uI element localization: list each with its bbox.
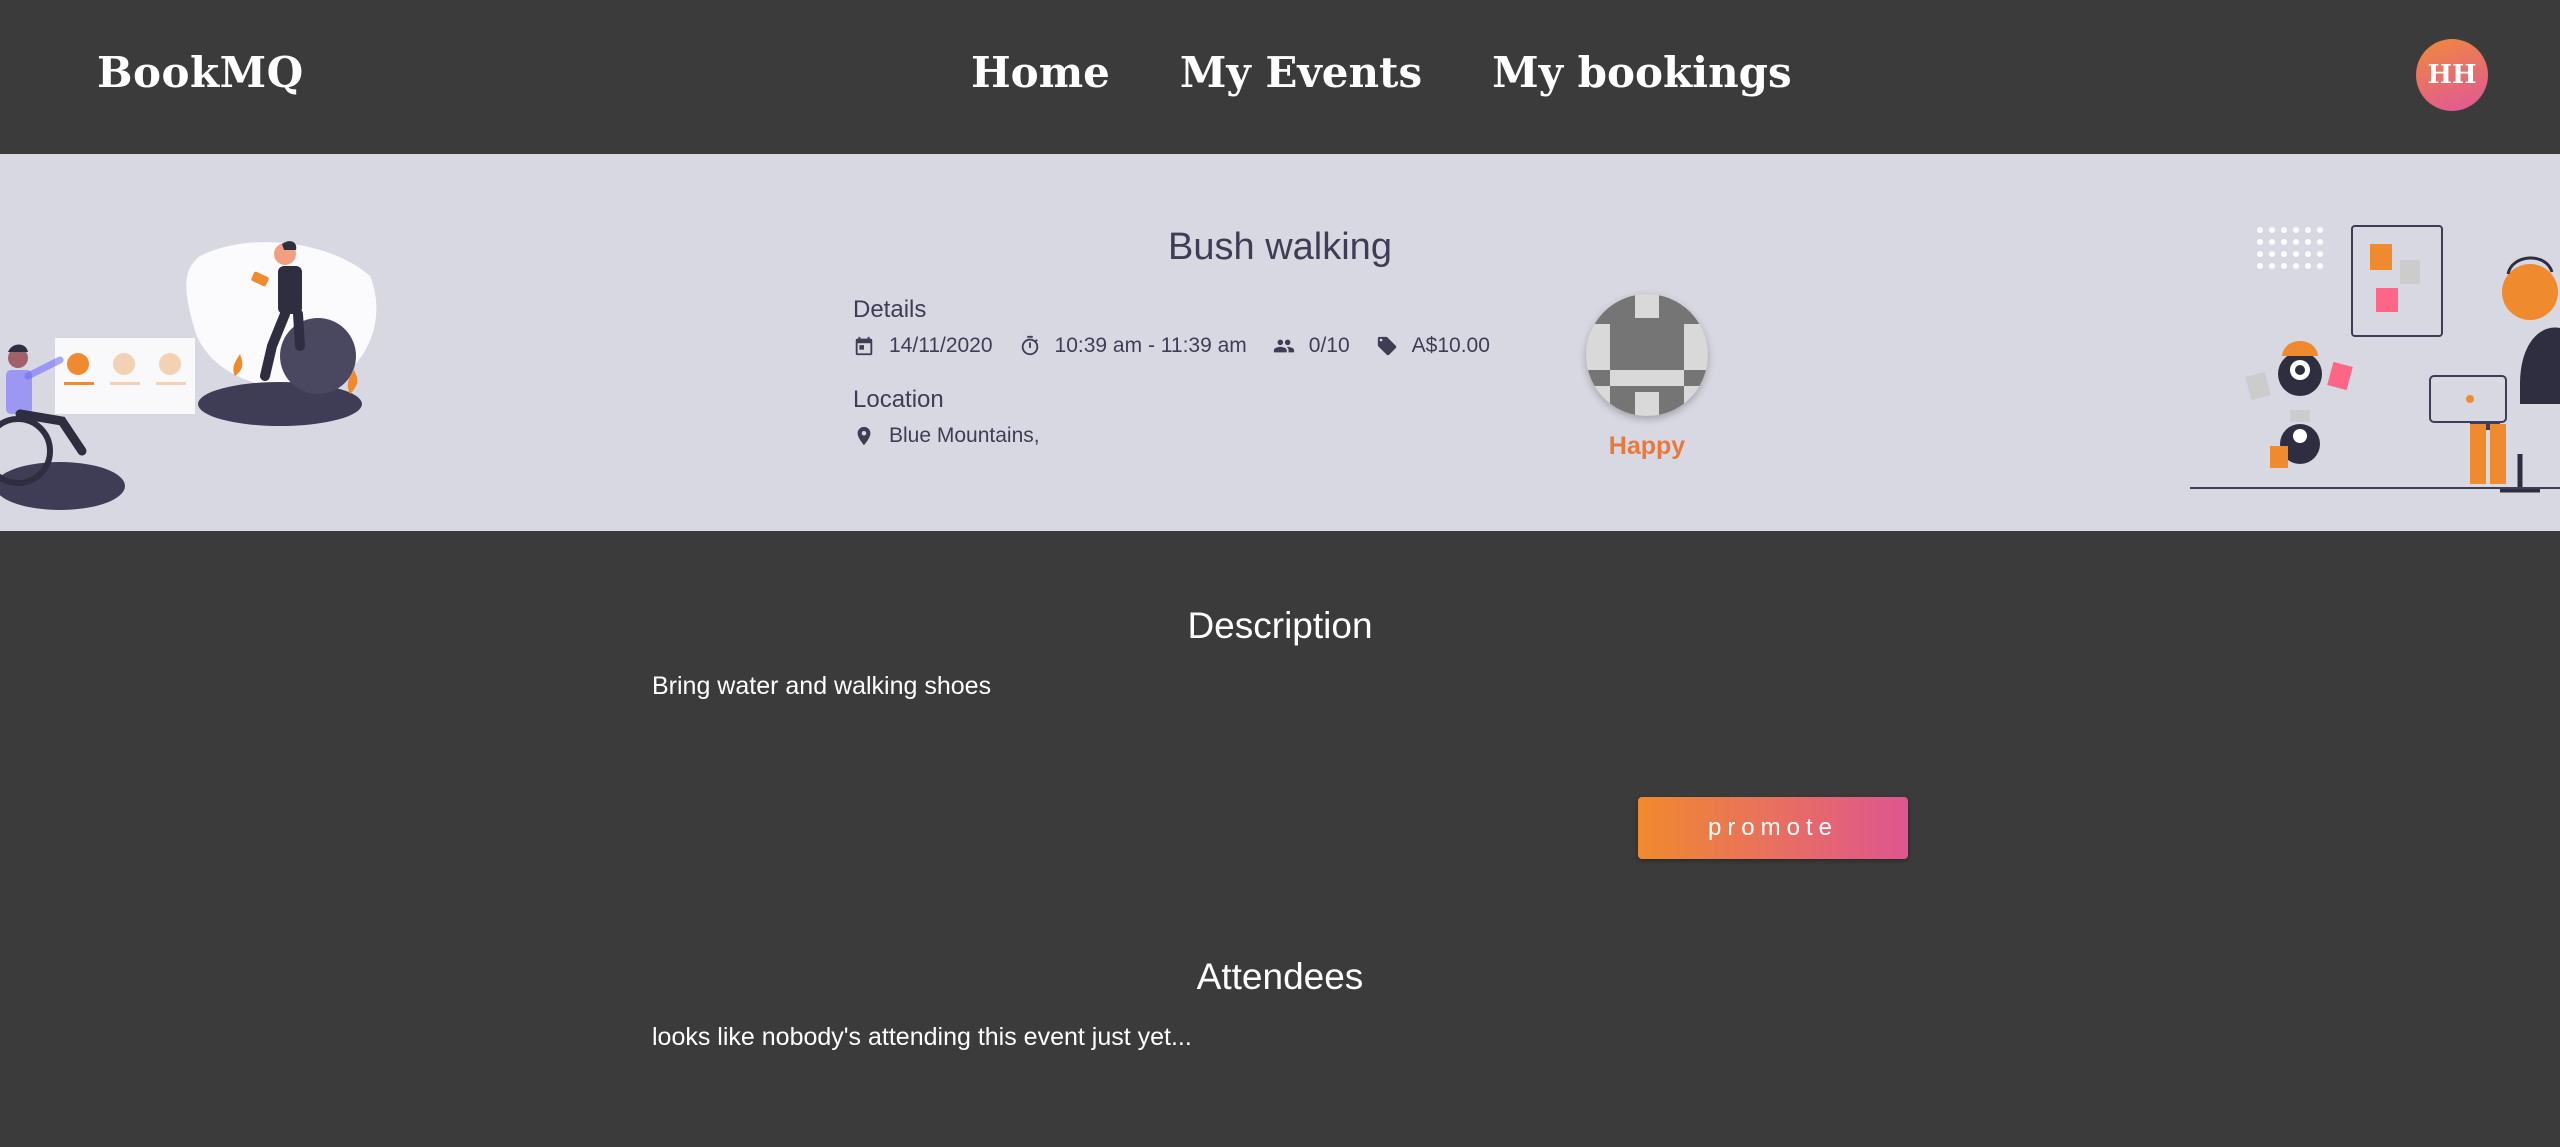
nav-link-home[interactable]: Home (971, 48, 1110, 97)
event-header: Bush walking Details 14/11/2020 10:39 am… (0, 154, 2560, 531)
event-price-text: A$10.00 (1411, 334, 1490, 357)
nav-link-my-bookings[interactable]: My bookings (1492, 48, 1792, 97)
event-time-text: 10:39 am - 11:39 am (1054, 334, 1247, 357)
nav-link-my-events[interactable]: My Events (1180, 48, 1422, 97)
event-capacity-text: 0/10 (1308, 334, 1350, 357)
event-date: 14/11/2020 (853, 334, 993, 358)
attendees-empty-text: looks like nobody's attending this event… (652, 1023, 1192, 1051)
event-capacity: 0/10 (1273, 334, 1350, 358)
default-avatar-icon (1586, 294, 1708, 416)
location-pin-icon (857, 426, 871, 446)
navbar: BookMQ Home My Events My bookings HH (0, 0, 2560, 154)
brand-logo[interactable]: BookMQ (97, 48, 304, 97)
nav-links: Home My Events My bookings (971, 48, 1862, 97)
host-avatar[interactable] (1586, 294, 1708, 416)
price-tag-icon (1377, 336, 1396, 356)
hero-illustration-left (0, 241, 377, 510)
event-time: 10:39 am - 11:39 am (1019, 334, 1247, 358)
event-price: A$10.00 (1376, 334, 1490, 358)
location-heading: Location (853, 386, 944, 413)
event-location: Blue Mountains, (853, 424, 1040, 448)
event-details-row: 14/11/2020 10:39 am - 11:39 am 0/10 A$10… (853, 334, 1516, 358)
event-location-row: Blue Mountains, (853, 424, 1066, 448)
attendees-heading: Attendees (1196, 956, 1364, 997)
hero-illustration-right (2190, 225, 2560, 493)
details-heading: Details (853, 296, 927, 323)
host-name: Happy (1608, 432, 1686, 460)
event-location-text: Blue Mountains, (889, 424, 1040, 447)
description-text: Bring water and walking shoes (652, 672, 992, 700)
promote-button[interactable]: promote (1638, 797, 1908, 859)
calendar-icon (855, 336, 873, 356)
user-avatar[interactable]: HH (2416, 39, 2488, 111)
event-date-text: 14/11/2020 (889, 334, 993, 357)
description-heading: Description (1187, 605, 1373, 646)
event-title: Bush walking (1168, 226, 1392, 268)
people-icon (1273, 339, 1294, 353)
stopwatch-icon (1021, 335, 1038, 356)
